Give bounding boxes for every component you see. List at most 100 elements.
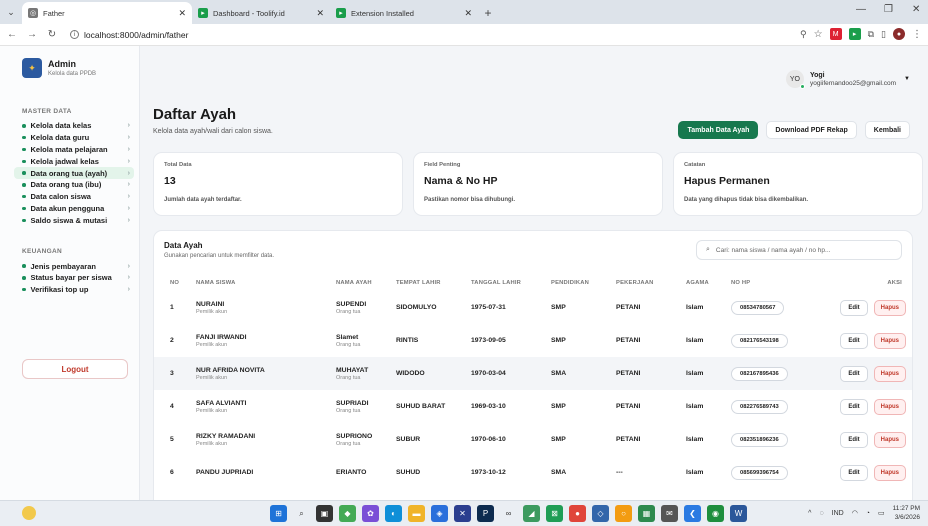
zoom-icon[interactable]: ⚲ (800, 29, 807, 40)
tab-search-icon[interactable]: ⌄ (0, 0, 22, 24)
delete-button[interactable]: Hapus (873, 431, 906, 448)
forward-icon[interactable]: → (24, 29, 40, 40)
edge-icon[interactable]: ◐ (385, 505, 402, 522)
file-explorer-icon[interactable]: ▬ (408, 505, 425, 522)
calendar-icon[interactable]: ▦ (638, 505, 655, 522)
profile-icon[interactable]: ● (893, 28, 905, 40)
caret-down-icon[interactable]: ▼ (904, 76, 910, 82)
delete-button[interactable]: Hapus (873, 332, 906, 349)
word-icon[interactable]: W (730, 505, 747, 522)
battery-icon[interactable]: ▭ (878, 509, 885, 517)
father-name: SUPENDI (336, 300, 367, 308)
sidebar-item-status-bayar[interactable]: Status bayar per siswa › (14, 272, 134, 284)
cell-pendidikan: SMA (551, 469, 567, 476)
close-icon[interactable]: ✕ (464, 8, 472, 19)
tab-father[interactable]: ◎ Father ✕ (22, 2, 192, 24)
sidebar-item-saldo[interactable]: Saldo siswa & mutasi › (14, 214, 134, 226)
maximize-icon[interactable]: ❐ (884, 4, 893, 15)
sidebar-item-guru[interactable]: Kelola data guru › (14, 132, 134, 144)
tab-toolify[interactable]: ▸ Dashboard - Toolify.id ✕ (192, 2, 330, 24)
back-icon[interactable]: ← (4, 29, 20, 40)
minimize-icon[interactable]: — (856, 4, 866, 15)
vscode-icon[interactable]: ✕ (454, 505, 471, 522)
edit-button[interactable]: Edit (840, 299, 868, 316)
edit-button[interactable]: Edit (840, 398, 868, 415)
close-icon[interactable]: ✕ (178, 8, 186, 19)
puzzle-icon[interactable]: ⧉ (868, 29, 874, 40)
store-icon[interactable]: ◈ (431, 505, 448, 522)
chevron-right-icon: › (127, 274, 130, 282)
cell-no: 3 (154, 357, 196, 390)
volume-icon[interactable]: ◔ (866, 510, 870, 517)
task-view-icon[interactable]: ▣ (316, 505, 333, 522)
app-icon[interactable]: ◇ (592, 505, 609, 522)
sidebar-item-jenis-pembayaran[interactable]: Jenis pembayaran › (14, 260, 134, 272)
back-button[interactable]: Kembali (864, 121, 910, 139)
chevron-up-icon[interactable]: ^ (808, 510, 811, 517)
copilot-icon[interactable]: ✿ (362, 505, 379, 522)
sidepanel-icon[interactable]: ▯ (881, 29, 886, 40)
network-icon[interactable]: ◌ (819, 510, 823, 517)
sidebar-item-ibu[interactable]: Data orang tua (ibu) › (14, 179, 134, 191)
start-icon[interactable]: ⊞ (270, 505, 287, 522)
wifi-icon[interactable]: ◠ (852, 509, 858, 517)
mail-icon[interactable]: ✉ (661, 505, 678, 522)
cell-pendidikan: SMP (551, 403, 566, 410)
new-tab-button[interactable]: + (478, 2, 498, 24)
xampp-icon[interactable]: ⊠ (546, 505, 563, 522)
clock[interactable]: 11:27 PM 3/6/2026 (893, 504, 920, 522)
weather-icon[interactable] (22, 506, 36, 520)
toolify-extension-icon[interactable]: ▸ (848, 28, 861, 40)
close-window-icon[interactable]: ✕ (912, 4, 920, 15)
clock-time: 11:27 PM (892, 505, 920, 512)
cell-pekerjaan: PETANI (616, 337, 641, 344)
delete-button[interactable]: Hapus (873, 464, 906, 481)
link-icon[interactable]: ∞ (500, 505, 517, 522)
cell-ayah: MUHAYAT Orang tua (336, 357, 396, 390)
edit-button[interactable]: Edit (840, 464, 868, 481)
cell-siswa: SAFA ALVIANTI Pemilik akun (196, 390, 336, 423)
url-field[interactable]: i localhost:8000/admin/father (70, 30, 188, 40)
sidebar-item-calon-siswa[interactable]: Data calon siswa › (14, 191, 134, 203)
header-agama: AGAMA (686, 280, 709, 286)
widgets-icon[interactable]: ◆ (339, 505, 356, 522)
close-icon[interactable]: ✕ (316, 8, 324, 19)
photoshop-icon[interactable]: P (477, 505, 494, 522)
sidebar-item-jadwal[interactable]: Kelola jadwal kelas › (14, 155, 134, 167)
info-icon[interactable]: i (70, 30, 79, 39)
tab-extension[interactable]: ▸ Extension Installed ✕ (330, 2, 478, 24)
sidebar-item-mapel[interactable]: Kelola mata pelajaran › (14, 144, 134, 156)
sidebar-item-akun[interactable]: Data akun pengguna › (14, 203, 134, 215)
bullet-icon (22, 276, 26, 280)
download-pdf-button[interactable]: Download PDF Rekap (766, 121, 857, 139)
sidebar-item-kelas[interactable]: Kelola data kelas › (14, 120, 134, 132)
delete-button[interactable]: Hapus (873, 299, 906, 316)
star-icon[interactable]: ☆ (814, 29, 823, 40)
edit-button[interactable]: Edit (840, 431, 868, 448)
reload-icon[interactable]: ↻ (44, 29, 60, 40)
more-icon[interactable]: ⋮ (912, 29, 922, 40)
card-label: Catatan (684, 162, 706, 168)
delete-button[interactable]: Hapus (873, 398, 906, 415)
map-icon[interactable]: ◢ (523, 505, 540, 522)
chrome-profile-icon[interactable]: ◉ (707, 505, 724, 522)
sidebar-item-verifikasi[interactable]: Verifikasi top up › (14, 284, 134, 296)
edit-button[interactable]: Edit (840, 332, 868, 349)
header-aksi: AKSI (887, 280, 902, 286)
app-icon[interactable]: ○ (615, 505, 632, 522)
search-input[interactable]: ⌕ Cari: nama siswa / nama ayah / no hp..… (696, 240, 902, 260)
logout-button[interactable]: Logout (22, 359, 128, 379)
bullet-icon (22, 147, 26, 152)
extension-icon[interactable]: M (829, 28, 842, 40)
language-indicator[interactable]: IND (832, 510, 844, 517)
vscode-blue-icon[interactable]: ❮ (684, 505, 701, 522)
chrome-icon[interactable]: ● (569, 505, 586, 522)
cell-no: 2 (170, 337, 174, 344)
add-father-button[interactable]: Tambah Data Ayah (678, 121, 759, 139)
edit-button[interactable]: Edit (840, 365, 868, 382)
user-menu[interactable]: YO Yogi yogiifernandoo25@gmail.com ▼ (785, 70, 910, 89)
sidebar-item-ayah[interactable]: Data orang tua (ayah) › (14, 167, 134, 179)
delete-button[interactable]: Hapus (873, 365, 906, 382)
cell-agama: Islam (686, 337, 704, 344)
search-icon[interactable]: ⌕ (293, 505, 310, 522)
